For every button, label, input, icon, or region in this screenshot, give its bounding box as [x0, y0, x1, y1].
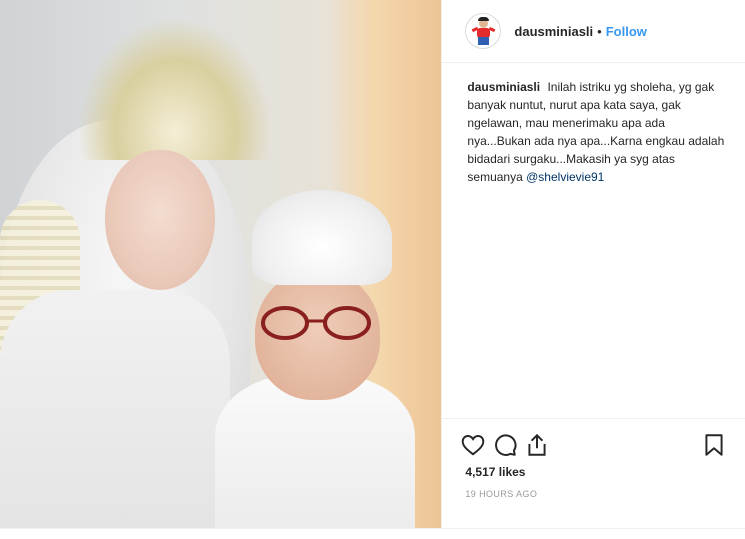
post-sidebar: dausminiasli • Follow dausminiasli Inila… [441, 0, 745, 528]
photo-bride-crown [80, 20, 270, 160]
share-icon[interactable] [524, 432, 550, 458]
caption-username-link[interactable]: dausminiasli [467, 80, 540, 94]
caption-text: Inilah istriku yg sholeha, yg gak banyak… [467, 80, 725, 184]
photo-groom-glasses [261, 306, 371, 340]
bookmark-icon[interactable] [701, 432, 727, 458]
photo-groom-cap [252, 190, 392, 285]
instagram-post: dausminiasli • Follow dausminiasli Inila… [0, 0, 745, 539]
divider [0, 528, 745, 529]
photo-bride-face [105, 150, 215, 290]
comment-icon[interactable] [492, 432, 518, 458]
separator-dot: • [597, 23, 602, 39]
post-header: dausminiasli • Follow [442, 0, 745, 63]
likes-count[interactable]: 4,517 likes [465, 465, 525, 479]
heart-icon[interactable] [460, 432, 486, 458]
caption-mention-link[interactable]: @shelvievie91 [526, 170, 604, 184]
post-timestamp[interactable]: 19 HOURS AGO [465, 489, 537, 499]
photo-bride-dress [0, 290, 230, 528]
username-link[interactable]: dausminiasli [514, 24, 593, 39]
follow-button[interactable]: Follow [606, 24, 647, 39]
post-actions: 4,517 likes 19 HOURS AGO [442, 418, 745, 529]
avatar[interactable] [465, 13, 502, 49]
post-caption: dausminiasli Inilah istriku yg sholeha, … [467, 78, 727, 186]
post-photo[interactable] [0, 0, 442, 528]
